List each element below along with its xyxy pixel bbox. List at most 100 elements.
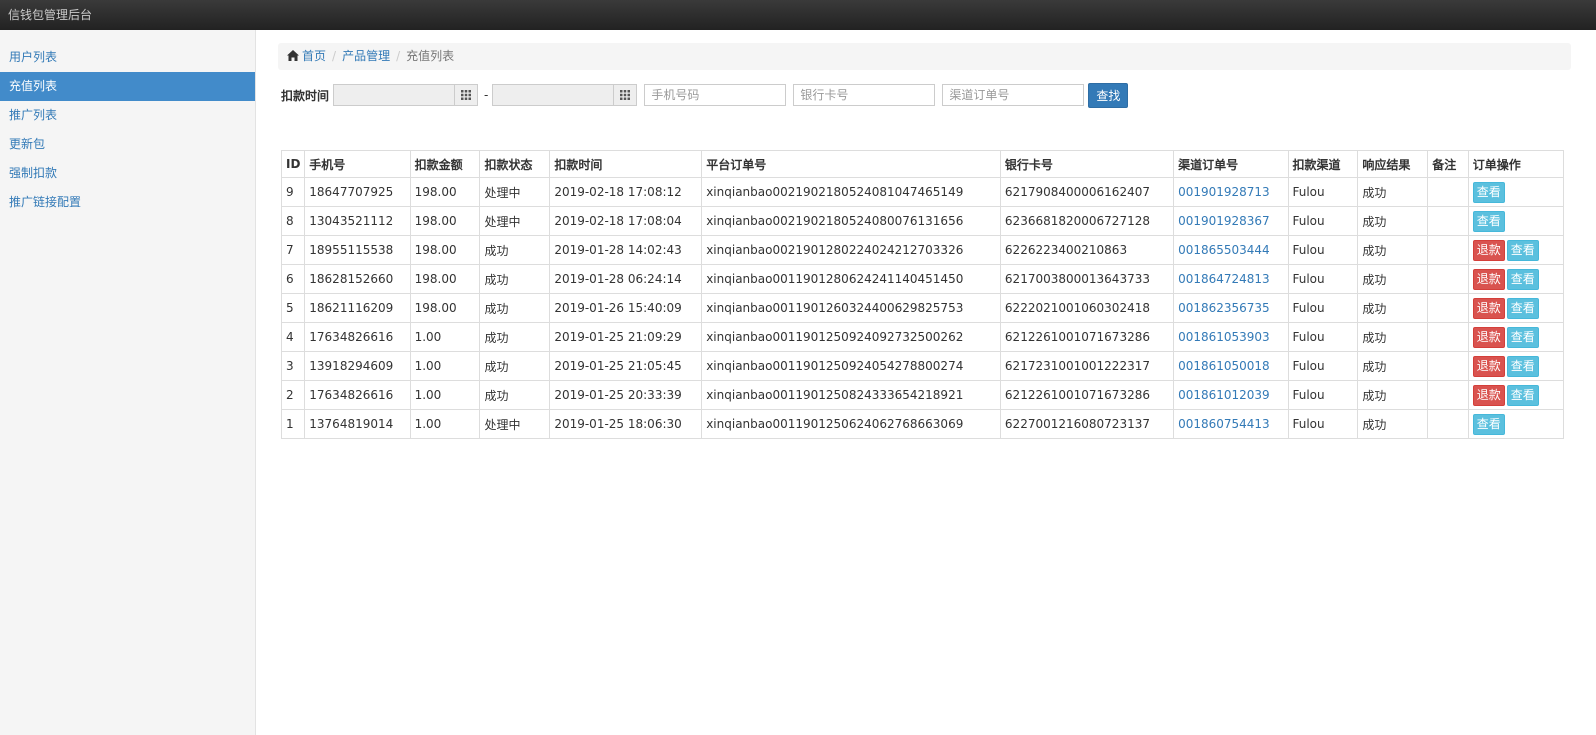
cell-status: 成功 <box>479 293 551 323</box>
cell-phone: 17634826616 <box>304 380 411 410</box>
cell-platform-order: xinqianbao0011901260324400629825753 <box>701 293 1001 323</box>
column-header: 手机号 <box>304 150 411 178</box>
cell-channel-order[interactable]: 001861053903 <box>1173 322 1289 352</box>
cell-note <box>1427 293 1469 323</box>
cell-channel-order[interactable]: 001901928713 <box>1173 177 1289 207</box>
cell-result: 成功 <box>1357 380 1429 410</box>
table-row: 6 18628152660 198.00 成功 2019-01-28 06:24:14 x… <box>280 264 1565 294</box>
table-row: 4 17634826616 1.00 成功 2019-01-25 21:09:29 xin… <box>280 322 1565 352</box>
cell-channel: Fulou <box>1287 206 1359 236</box>
cell-amount: 1.00 <box>409 322 481 352</box>
table-row: 1 13764819014 1.00 处理中 2019-01-25 18:06:30 xi… <box>280 409 1565 439</box>
main-content: 首页 / 产品管理 / 充值列表 扣款时间 - 手机号码 银行卡号 渠道订单号 … <box>256 30 1596 735</box>
sidebar-item-forced-deduction[interactable]: 强制扣款 <box>0 159 255 188</box>
refund-button[interactable]: 退款 <box>1472 326 1505 348</box>
sidebar-item-update-package[interactable]: 更新包 <box>0 130 255 159</box>
cell-phone: 13764819014 <box>304 409 411 439</box>
column-header: 银行卡号 <box>999 150 1175 178</box>
calendar-icon[interactable] <box>454 85 478 105</box>
cell-phone: 17634826616 <box>304 322 411 352</box>
view-button[interactable]: 查看 <box>1506 297 1539 319</box>
cell-amount: 198.00 <box>409 206 481 236</box>
view-button[interactable]: 查看 <box>1472 181 1505 203</box>
column-header: 扣款渠道 <box>1287 150 1359 178</box>
cell-id: 5 <box>280 293 306 323</box>
view-button[interactable]: 查看 <box>1506 239 1539 261</box>
view-button[interactable]: 查看 <box>1472 210 1505 232</box>
cell-channel-order[interactable]: 001864724813 <box>1173 264 1289 294</box>
bank-card-input[interactable] <box>793 84 936 106</box>
cell-time: 2019-01-25 18:06:30 <box>549 409 703 439</box>
cell-channel-order[interactable]: 001862356735 <box>1173 293 1289 323</box>
cell-note <box>1427 351 1469 381</box>
cell-note <box>1427 380 1469 410</box>
cell-status: 成功 <box>479 322 551 352</box>
date-separator: - <box>484 88 489 102</box>
column-header: 扣款状态 <box>479 150 551 178</box>
cell-actions: 查看 <box>1467 206 1565 236</box>
sidebar-item-promotion[interactable]: 推广列表 <box>0 101 255 130</box>
cell-actions: 退款 查看 <box>1467 322 1565 352</box>
refund-button[interactable]: 退款 <box>1472 268 1505 290</box>
cell-id: 1 <box>280 409 306 439</box>
cell-result: 成功 <box>1357 293 1429 323</box>
breadcrumb-current: 充值列表 <box>406 49 455 63</box>
view-button[interactable]: 查看 <box>1506 384 1539 406</box>
view-button[interactable]: 查看 <box>1506 355 1539 377</box>
cell-id: 6 <box>280 264 306 294</box>
cell-result: 成功 <box>1357 206 1429 236</box>
cell-phone: 18955115538 <box>304 235 411 265</box>
channel-order-input[interactable] <box>942 84 1085 106</box>
cell-id: 4 <box>280 322 306 352</box>
cell-bank-card: 6212261001071673286 <box>999 322 1175 352</box>
cell-amount: 198.00 <box>409 293 481 323</box>
cell-channel-order[interactable]: 001865503444 <box>1173 235 1289 265</box>
cell-note <box>1427 409 1469 439</box>
table-row: 5 18621116209 198.00 成功 2019-01-26 15:40:09 x… <box>280 293 1565 323</box>
sidebar-item-promo-link-config[interactable]: 推广链接配置 <box>0 188 255 217</box>
cell-amount: 198.00 <box>409 177 481 207</box>
cell-phone: 18621116209 <box>304 293 411 323</box>
sidebar-item-users[interactable]: 用户列表 <box>0 43 255 72</box>
cell-id: 2 <box>280 380 306 410</box>
refund-button[interactable]: 退款 <box>1472 355 1505 377</box>
cell-id: 9 <box>280 177 306 207</box>
start-date-input[interactable] <box>333 84 479 106</box>
cell-platform-order: xinqianbao0011901250924092732500262 <box>701 322 1001 352</box>
sidebar-item-recharge[interactable]: 充值列表 <box>0 72 255 101</box>
cell-channel-order[interactable]: 001861050018 <box>1173 351 1289 381</box>
cell-platform-order: xinqianbao0021902180524080076131656 <box>701 206 1001 236</box>
cell-phone: 18628152660 <box>304 264 411 294</box>
cell-channel-order[interactable]: 001860754413 <box>1173 409 1289 439</box>
cell-actions: 查看 <box>1467 409 1565 439</box>
cell-channel: Fulou <box>1287 409 1359 439</box>
cell-phone: 18647707925 <box>304 177 411 207</box>
cell-status: 处理中 <box>479 206 551 236</box>
phone-input[interactable] <box>644 84 787 106</box>
breadcrumb-home[interactable]: 首页 <box>302 49 326 63</box>
cell-amount: 1.00 <box>409 351 481 381</box>
refund-button[interactable]: 退款 <box>1472 239 1505 261</box>
cell-time: 2019-01-25 21:05:45 <box>549 351 703 381</box>
cell-status: 处理中 <box>479 409 551 439</box>
cell-channel-order[interactable]: 001901928367 <box>1173 206 1289 236</box>
table-row: 3 13918294609 1.00 成功 2019-01-25 21:05:45 xin… <box>280 351 1565 381</box>
cell-note <box>1427 322 1469 352</box>
column-header: 渠道订单号 <box>1173 150 1289 178</box>
refund-button[interactable]: 退款 <box>1472 384 1505 406</box>
cell-channel-order[interactable]: 001861012039 <box>1173 380 1289 410</box>
view-button[interactable]: 查看 <box>1506 268 1539 290</box>
view-button[interactable]: 查看 <box>1472 413 1505 435</box>
calendar-icon[interactable] <box>613 85 637 105</box>
cell-time: 2019-01-26 15:40:09 <box>549 293 703 323</box>
cell-platform-order: xinqianbao0011901250924054278800274 <box>701 351 1001 381</box>
cell-result: 成功 <box>1357 235 1429 265</box>
cell-actions: 退款 查看 <box>1467 264 1565 294</box>
refund-button[interactable]: 退款 <box>1472 297 1505 319</box>
view-button[interactable]: 查看 <box>1506 326 1539 348</box>
column-header: ID <box>280 150 306 178</box>
search-button[interactable]: 查找 <box>1088 82 1129 108</box>
end-date-input[interactable] <box>492 84 638 106</box>
breadcrumb-section[interactable]: 产品管理 <box>342 49 390 63</box>
cell-bank-card: 6227001216080723137 <box>999 409 1175 439</box>
